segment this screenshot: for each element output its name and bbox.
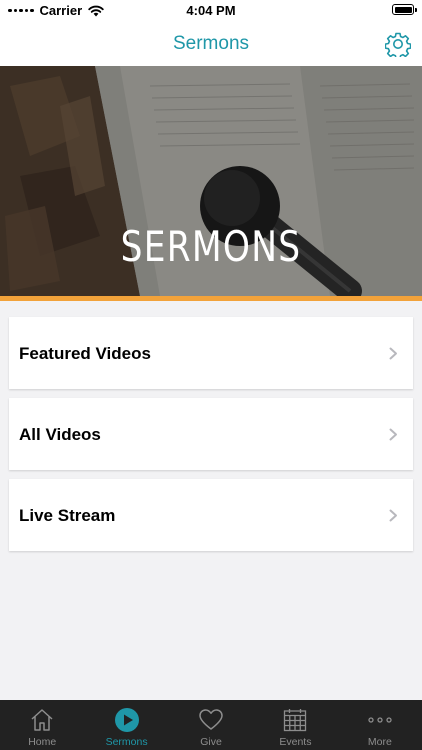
tab-label: Home	[28, 736, 57, 748]
heart-icon	[199, 709, 223, 730]
page-title: Sermons	[172, 33, 250, 54]
status-bar: Carrier 4:04 PM	[0, 0, 422, 22]
home-icon	[31, 709, 53, 731]
battery-icon	[392, 4, 417, 15]
chevron-right-icon	[389, 347, 397, 360]
tab-give[interactable]: Give	[169, 700, 253, 750]
tab-label: More	[367, 736, 392, 748]
tab-more[interactable]: More	[338, 700, 422, 750]
tab-bar: Home Sermons Give Events More	[0, 700, 422, 750]
tab-label: Events	[279, 736, 312, 748]
menu-item-all-videos[interactable]: All Videos	[9, 398, 413, 470]
calendar-icon	[284, 709, 307, 732]
hero-accent-bar	[0, 296, 422, 301]
tab-sermons[interactable]: Sermons	[84, 700, 168, 750]
menu-item-live-stream[interactable]: Live Stream	[9, 479, 413, 551]
tab-home[interactable]: Home	[0, 700, 84, 750]
status-time: 4:04 PM	[186, 3, 236, 18]
tab-events[interactable]: Events	[253, 700, 337, 750]
hero-banner: SERMONS	[0, 66, 422, 296]
menu-item-label: Featured Videos	[19, 344, 151, 363]
tab-label: Sermons	[105, 736, 148, 748]
menu-item-label: Live Stream	[19, 506, 116, 525]
menu-item-featured-videos[interactable]: Featured Videos	[9, 317, 413, 389]
menu-item-label: All Videos	[19, 425, 101, 444]
hero-title: SERMONS	[120, 222, 302, 271]
navigation-bar: Sermons	[0, 22, 422, 66]
tab-label: Give	[200, 736, 222, 748]
chevron-right-icon	[389, 509, 397, 522]
chevron-right-icon	[389, 428, 397, 441]
more-icon	[368, 717, 392, 723]
play-circle-icon	[114, 708, 139, 732]
sermon-menu-list: Featured Videos All Videos Live Stream	[9, 317, 413, 560]
gear-icon[interactable]	[385, 31, 411, 57]
